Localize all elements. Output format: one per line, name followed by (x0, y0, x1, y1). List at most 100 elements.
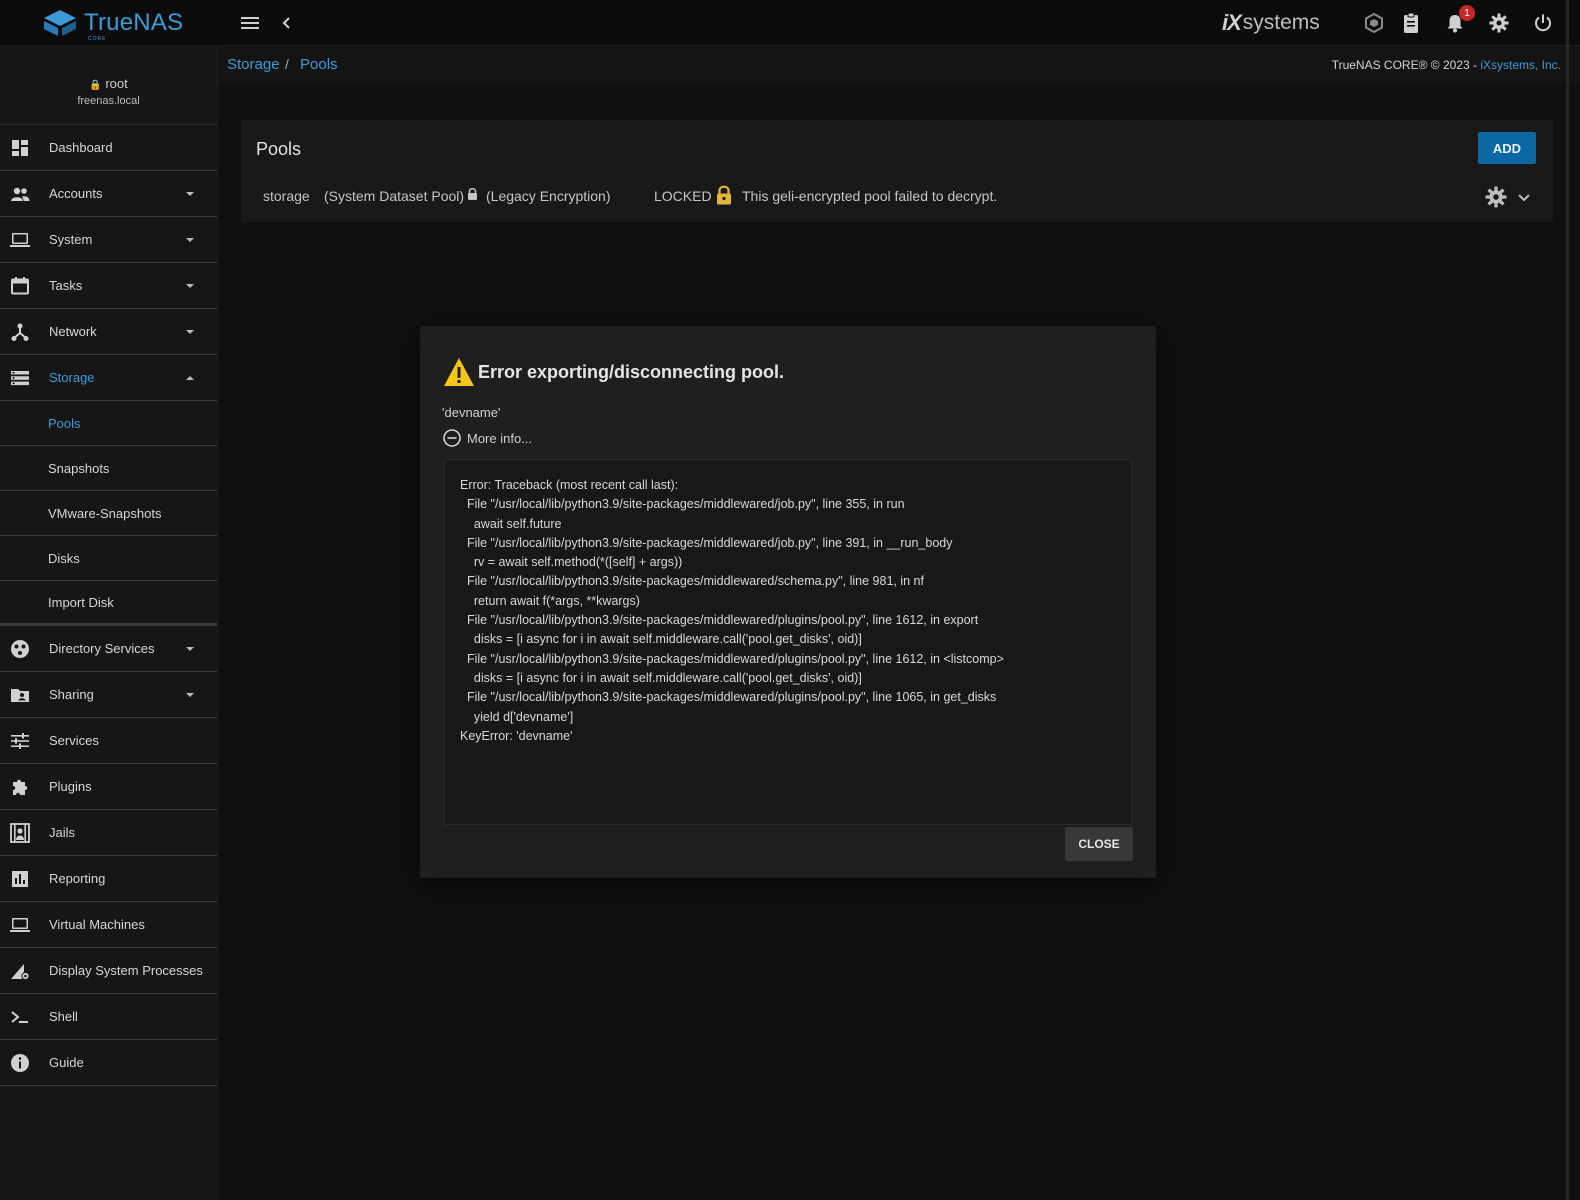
lock-icon: 🔒 (89, 80, 102, 91)
pool-dataset-label: (System Dataset Pool) (324, 188, 465, 204)
sidebar-item-label: Reporting (49, 871, 106, 886)
sliders-icon (11, 733, 29, 749)
storage-icon (11, 371, 29, 386)
sidebar-item-directory-services[interactable]: Directory Services (0, 626, 217, 672)
sidebar-item-virtual-machines[interactable]: Virtual Machines (0, 902, 217, 948)
sidebar-subitem-snapshots[interactable]: Snapshots (0, 446, 217, 491)
pool-status-message: This geli-encrypted pool failed to decry… (742, 188, 998, 204)
sidebar-item-guide[interactable]: Guide (0, 1040, 217, 1086)
folder-share-icon (11, 689, 29, 702)
sidebar-item-system[interactable]: System (0, 217, 217, 263)
sidebar-item-label: Display System Processes (49, 963, 203, 978)
sidebar-subitem-label: Snapshots (48, 460, 110, 476)
notification-badge: 1 (1459, 5, 1475, 21)
sidebar-item-label: Storage (49, 370, 95, 385)
traceback-line: disks = [i async for i in await self.mid… (460, 670, 862, 685)
settings-gear-icon[interactable] (1487, 11, 1511, 35)
caret-down-icon (186, 647, 194, 651)
traceback-line: await self.future (460, 516, 562, 531)
ix-mark: iX (1222, 10, 1242, 35)
processes-icon (11, 964, 30, 981)
sidebar-item-plugins[interactable]: Plugins (0, 764, 217, 810)
close-button[interactable]: CLOSE (1065, 827, 1133, 861)
caret-up-icon (186, 376, 194, 380)
sidebar-item-dashboard[interactable]: Dashboard (0, 125, 217, 171)
sidebar-item-reporting[interactable]: Reporting (0, 856, 217, 902)
ixsystems-logo[interactable]: iX systems (1222, 10, 1320, 36)
caret-down-icon (186, 330, 194, 334)
user-box: 🔒 root freenas.local (0, 46, 217, 125)
traceback-line: disks = [i async for i in await self.mid… (460, 632, 862, 647)
sidebar-subitem-import-disk[interactable]: Import Disk (0, 581, 217, 626)
sidebar-item-label: Sharing (49, 687, 94, 702)
sidebar-item-sharing[interactable]: Sharing (0, 672, 217, 718)
sidebar-item-storage[interactable]: Storage (0, 355, 217, 401)
sidebar-item-display-system-processes[interactable]: Display System Processes (0, 948, 217, 994)
dialog-title: Error exporting/disconnecting pool. (478, 362, 785, 382)
scrollbar-track[interactable] (1566, 0, 1569, 1200)
user-host: freenas.local (77, 95, 140, 107)
sidebar-item-tasks[interactable]: Tasks (0, 263, 217, 309)
traceback-line: return await f(*args, **kwargs) (460, 593, 640, 608)
pools-card: Pools ADD storage (System Dataset Pool) … (241, 120, 1553, 222)
breadcrumb-storage[interactable]: Storage (227, 56, 280, 73)
pool-row[interactable]: storage (System Dataset Pool) (Legacy En… (241, 182, 1553, 212)
add-pool-button[interactable]: ADD (1478, 132, 1536, 164)
info-icon (11, 1054, 29, 1072)
pool-settings-gear-icon[interactable] (1485, 186, 1507, 208)
clipboard-icon[interactable] (1399, 11, 1423, 35)
more-info-toggle[interactable]: More info... (443, 429, 532, 447)
sidebar-item-shell[interactable]: Shell (0, 994, 217, 1040)
accounts-icon (11, 187, 30, 201)
sidebar-item-jails[interactable]: Jails (0, 810, 217, 856)
more-info-label: More info... (467, 430, 533, 446)
pool-name: storage (263, 188, 310, 204)
sidebar-subitem-label: Pools (48, 415, 81, 431)
locked-padlock-icon[interactable] (715, 184, 733, 209)
collapse-chevron-icon[interactable] (275, 11, 299, 35)
truenas-logo[interactable]: TrueNAS CORE (42, 8, 183, 42)
traceback-line: File "/usr/local/lib/python3.9/site-pack… (460, 613, 979, 628)
network-icon (11, 323, 29, 341)
sidebar-item-network[interactable]: Network (0, 309, 217, 355)
sidebar-item-label: Directory Services (49, 641, 155, 656)
copyright: TrueNAS CORE® © 2023 - iXsystems, Inc. (1331, 58, 1561, 72)
sidebar-subitem-disks[interactable]: Disks (0, 536, 217, 581)
traceback-box[interactable]: Error: Traceback (most recent call last)… (444, 459, 1132, 825)
ix-text: systems (1242, 11, 1320, 34)
sidebar: 🔒 root freenas.local Dashboard Accounts … (0, 46, 218, 1200)
puzzle-icon (13, 779, 28, 795)
sidebar-item-services[interactable]: Services (0, 718, 217, 764)
sidebar-item-label: Plugins (49, 779, 92, 794)
caret-down-icon (186, 693, 194, 697)
sidebar-item-accounts[interactable]: Accounts (0, 171, 217, 217)
page-title: Pools (256, 139, 302, 159)
sidebar-item-label: Network (49, 324, 97, 339)
menu-icon[interactable] (238, 11, 262, 35)
truenas-logo-icon (44, 10, 76, 36)
breadcrumb: Storage / Pools TrueNAS CORE® © 2023 - i… (218, 46, 1580, 82)
collapse-circle-icon (443, 429, 461, 447)
sidebar-subitem-pools[interactable]: Pools (0, 401, 217, 446)
sidebar-item-label: Services (49, 733, 99, 748)
traceback-line: File "/usr/local/lib/python3.9/site-pack… (460, 574, 924, 589)
ixsystems-link[interactable]: iXsystems, Inc. (1480, 58, 1561, 72)
dialog-message: 'devname' (442, 405, 501, 420)
top-bar: TrueNAS CORE iX systems 1 (0, 0, 1580, 46)
traceback-line: KeyError: 'devname' (460, 728, 573, 743)
truecommand-icon[interactable] (1362, 11, 1386, 35)
laptop-icon (10, 918, 30, 932)
caret-down-icon (186, 238, 194, 242)
sidebar-item-label: Shell (49, 1009, 78, 1024)
notifications-bell-icon[interactable]: 1 (1443, 5, 1475, 35)
expand-chevron-icon[interactable] (1517, 190, 1531, 204)
breadcrumb-pools[interactable]: Pools (300, 56, 338, 73)
sidebar-subitem-vmware-snapshots[interactable]: VMware-Snapshots (0, 491, 217, 536)
sidebar-item-label: Jails (49, 825, 76, 840)
caret-down-icon (186, 284, 194, 288)
power-icon[interactable] (1531, 11, 1555, 35)
terminal-icon (11, 1011, 28, 1023)
traceback-line: yield d['devname'] (460, 709, 574, 724)
sidebar-subitem-label: Import Disk (48, 594, 114, 610)
traceback-line: File "/usr/local/lib/python3.9/site-pack… (460, 651, 1004, 666)
